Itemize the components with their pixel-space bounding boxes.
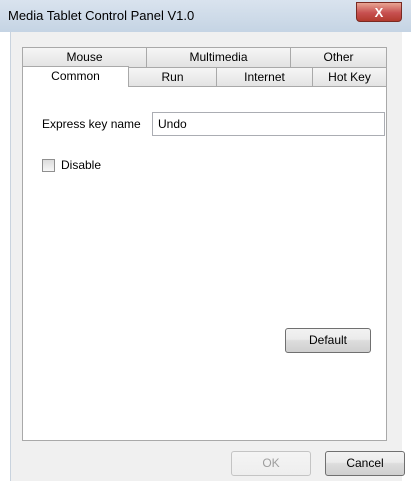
disable-checkbox[interactable] — [42, 159, 55, 172]
tab-mouse[interactable]: Mouse — [22, 47, 147, 67]
tab-internet[interactable]: Internet — [216, 67, 313, 86]
close-button[interactable]: X — [356, 2, 402, 22]
ok-button-label: OK — [262, 456, 280, 470]
title-bar[interactable]: Media Tablet Control Panel V1.0 X — [0, 0, 411, 32]
window-title: Media Tablet Control Panel V1.0 — [8, 8, 195, 23]
tab-label: Internet — [244, 70, 285, 84]
express-key-name-label: Express key name — [42, 117, 141, 131]
tab-multimedia[interactable]: Multimedia — [146, 47, 291, 67]
tab-label: Other — [323, 50, 354, 64]
tab-other[interactable]: Other — [290, 47, 387, 67]
dialog-window: Media Tablet Control Panel V1.0 X Mouse … — [0, 0, 411, 481]
tab-run[interactable]: Run — [128, 67, 217, 86]
default-button-label: Default — [308, 333, 348, 347]
default-button[interactable]: Default — [285, 328, 371, 353]
tab-hot-key[interactable]: Hot Key — [312, 67, 387, 86]
tab-common[interactable]: Common — [22, 66, 129, 87]
cancel-button-label: Cancel — [346, 456, 384, 470]
tab-panel-common — [22, 86, 387, 441]
tab-label: Common — [51, 69, 100, 83]
cancel-button[interactable]: Cancel — [325, 451, 405, 476]
tab-label: Hot Key — [328, 70, 371, 84]
tab-label: Multimedia — [189, 50, 248, 64]
ok-button[interactable]: OK — [231, 451, 311, 476]
tab-label: Mouse — [66, 50, 103, 64]
close-icon: X — [374, 5, 384, 20]
express-key-name-input[interactable] — [152, 112, 385, 136]
disable-checkbox-label[interactable]: Disable — [61, 158, 101, 172]
tab-label: Run — [161, 70, 184, 84]
